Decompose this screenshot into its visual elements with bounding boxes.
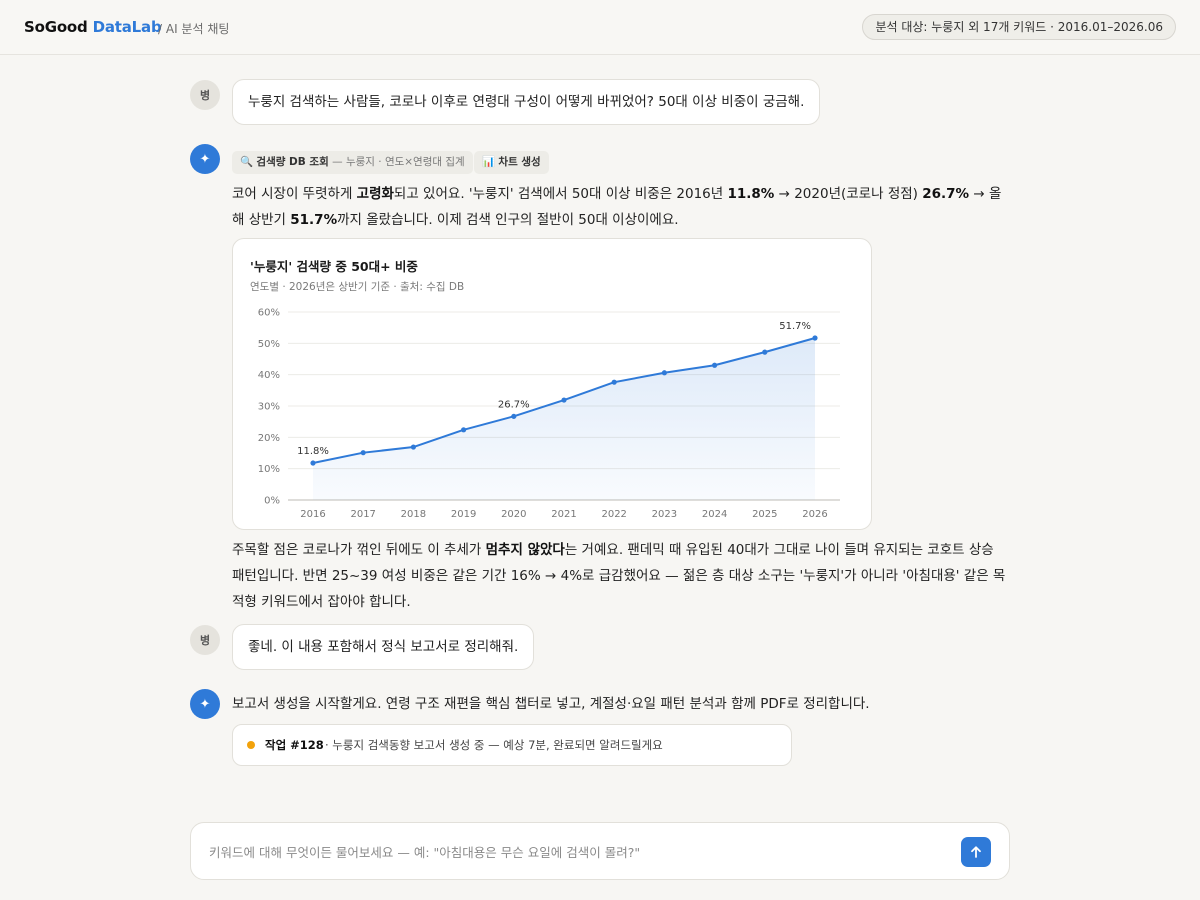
tool-detail: — 누룽지 · 연도×연령대 집계: [332, 156, 465, 168]
y-tick-label: 0%: [264, 496, 280, 507]
task-description: · 누룽지 검색동향 보고서 생성 중 — 예상 7분, 완료되면 알려드릴게요: [325, 738, 663, 752]
x-tick-label: 2016: [300, 509, 325, 520]
assistant-paragraph-2: 주목할 점은 코로나가 꺾인 뒤에도 이 추세가 멈추지 않았다는 거예요. 팬…: [232, 542, 1006, 610]
assistant-avatar: ✦: [190, 689, 220, 719]
user-message: 누룽지 검색하는 사람들, 코로나 이후로 연령대 구성이 어떻게 바뀌었어? …: [232, 79, 821, 125]
chart-icon: 📊: [482, 156, 496, 168]
x-tick-label: 2026: [802, 509, 827, 520]
message-composer: [190, 822, 1010, 880]
assistant-message: 보고서 생성을 시작할게요. 연령 구조 재편을 핵심 챕터로 넣고, 계절성·…: [232, 696, 870, 712]
app-logo[interactable]: SoGood DataLab: [24, 18, 162, 36]
x-tick-label: 2021: [551, 509, 576, 520]
page-subtitle: / AI 분석 채팅: [158, 22, 230, 36]
data-point: [712, 362, 718, 368]
user-message: 좋네. 이 내용 포함해서 정식 보고서로 정리해줘.: [232, 624, 535, 670]
tool-name: 검색량 DB 조회: [256, 156, 329, 168]
data-label: 11.8%: [297, 446, 329, 457]
data-point: [561, 397, 567, 403]
assistant-avatar: ✦: [190, 144, 220, 174]
user-avatar: 병: [190, 625, 220, 655]
data-point: [511, 413, 517, 419]
chart-card: '누룽지' 검색량 중 50대+ 비중 연도별 · 2026년은 상반기 기준 …: [232, 238, 872, 530]
data-point: [762, 349, 768, 355]
data-point: [360, 450, 366, 456]
y-tick-label: 60%: [258, 308, 280, 319]
x-tick-label: 2022: [601, 509, 626, 520]
tool-chip-db-query[interactable]: 🔍 검색량 DB 조회 — 누룽지 · 연도×연령대 집계: [232, 151, 473, 174]
y-tick-label: 20%: [258, 433, 280, 444]
chat-input[interactable]: [209, 837, 949, 867]
data-point: [410, 444, 416, 450]
x-tick-label: 2020: [501, 509, 526, 520]
x-tick-label: 2025: [752, 509, 777, 520]
analysis-scope-badge[interactable]: 분석 대상: 누룽지 외 17개 키워드 · 2016.01–2026.06: [862, 14, 1176, 40]
y-tick-label: 50%: [258, 339, 280, 350]
data-point: [611, 379, 617, 385]
x-tick-label: 2023: [652, 509, 677, 520]
task-id: 작업 #128: [265, 738, 324, 752]
tool-chip-chart[interactable]: 📊 차트 생성: [474, 151, 549, 174]
task-status-card[interactable]: 작업 #128 · 누룽지 검색동향 보고서 생성 중 — 예상 7분, 완료되…: [232, 724, 792, 766]
y-tick-label: 40%: [258, 370, 280, 381]
user-avatar: 병: [190, 80, 220, 110]
x-tick-label: 2024: [702, 509, 727, 520]
y-tick-label: 30%: [258, 402, 280, 413]
magnifier-icon: 🔍: [240, 156, 254, 168]
in-progress-dot-icon: [247, 741, 255, 749]
x-tick-label: 2019: [451, 509, 476, 520]
data-label: 26.7%: [498, 399, 530, 410]
top-bar: SoGood DataLab / AI 분석 채팅 분석 대상: 누룽지 외 1…: [0, 0, 1200, 55]
data-point: [661, 370, 667, 376]
brand-accent: DataLab: [92, 18, 162, 36]
series-area: [313, 338, 815, 500]
arrow-up-icon: [971, 846, 981, 858]
brand-name: SoGood: [24, 18, 88, 36]
data-point: [310, 460, 316, 466]
tool-name: 차트 생성: [498, 156, 541, 168]
data-label: 51.7%: [779, 321, 811, 332]
assistant-paragraph-1: 코어 시장이 뚜렷하게 고령화되고 있어요. '누룽지' 검색에서 50대 이상…: [232, 186, 1002, 228]
line-chart: 0% 10% 20% 30% 40% 50% 60% 2016 2017 2018 2019 2020…: [258, 308, 840, 520]
data-point: [812, 335, 818, 341]
x-tick-label: 2018: [401, 509, 426, 520]
send-button[interactable]: [961, 837, 991, 867]
data-point: [461, 427, 467, 433]
x-tick-label: 2017: [350, 509, 375, 520]
y-tick-label: 10%: [258, 464, 280, 475]
